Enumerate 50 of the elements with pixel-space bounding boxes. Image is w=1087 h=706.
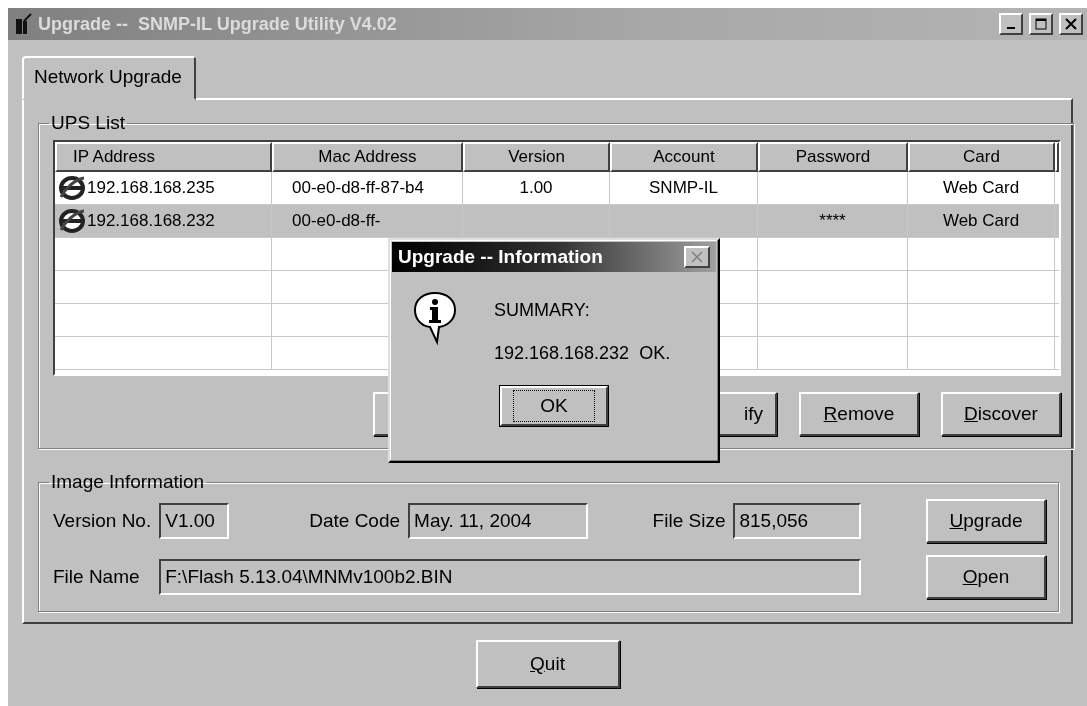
field-label: File Name [53,566,141,588]
table-cell: 192.168.168.235 [87,178,215,198]
window-title: Upgrade -- SNMP-IL Upgrade Utility V4.02 [38,13,398,35]
table-cell: Web Card [942,211,1020,231]
tab[interactable]: Network Upgrade [22,56,196,100]
quit-button[interactable]: Quit [475,640,620,688]
field-label: Date Code [309,510,401,532]
table-cell: 192.168.168.232 [87,211,215,231]
upgrade-button[interactable]: Upgrade [926,499,1046,543]
column-header[interactable]: Version [463,142,610,172]
close-icon [691,251,703,263]
browser-icon [59,175,85,201]
column-header[interactable]: Card [908,142,1055,172]
maximize-button[interactable] [1029,13,1053,35]
dialog-message: SUMMARY: [494,300,591,321]
field-label: File Size [652,510,726,532]
group-title: Image Information [50,471,206,493]
open-button[interactable]: Open [926,555,1046,599]
field-label: Version No. [53,510,152,532]
column-header[interactable]: Account [610,142,758,172]
date-field[interactable]: May. 11, 2004 [408,503,589,539]
close-button[interactable] [684,246,710,268]
column-header[interactable]: IP Address [55,142,272,172]
minimize-button[interactable] [999,13,1023,35]
table-cell: 1.00 [519,178,553,198]
table-cell: 00-e0-d8-ff-87-b4 [292,178,424,198]
table-cell: **** [819,211,846,231]
column-header[interactable]: Mac Address [272,142,463,172]
close-icon [1065,18,1077,30]
group-title: UPS List [50,112,126,134]
action-button[interactable]: Discover [941,392,1061,436]
info-icon [412,290,458,346]
dialog-message: 192.168.168.232 OK. [494,343,671,364]
table-cell: Web Card [942,178,1020,198]
file-name-field[interactable]: F:\Flash 5.13.04\MNMv100b2.BIN [159,559,862,595]
version-field[interactable]: V1.00 [159,503,230,539]
minimize-icon [1007,27,1015,29]
size-field[interactable]: 815,056 [733,503,862,539]
app-icon [14,13,32,35]
close-button[interactable] [1059,13,1083,35]
ok-button[interactable]: OK [500,386,608,426]
action-button[interactable]: Remove [799,392,919,436]
table-cell: 00-e0-d8-ff- [292,211,381,231]
column-header[interactable]: Password [758,142,908,172]
table-row[interactable]: 192.168.168.232 00-e0-d8-ff- **** Web Card [55,205,1059,238]
browser-icon [59,208,85,234]
dialog-title: Upgrade -- Information [398,246,603,268]
table-cell: SNMP-IL [649,178,718,198]
maximize-icon [1035,18,1047,30]
table-row[interactable]: 192.168.168.235 00-e0-d8-ff-87-b4 1.00 SNMP-IL Web Card [55,172,1059,205]
